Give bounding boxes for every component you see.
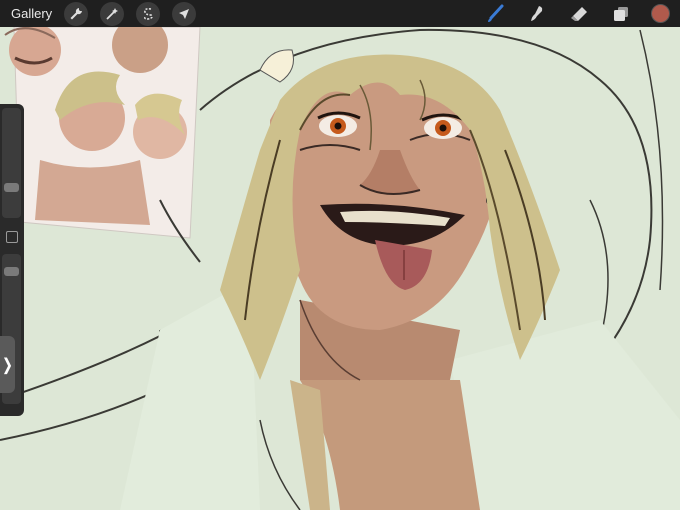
hood-sketch-mark bbox=[259, 49, 294, 83]
chevron-right-icon: ❭ bbox=[0, 356, 15, 374]
modify-button[interactable] bbox=[6, 231, 18, 243]
eraser-icon[interactable] bbox=[567, 2, 591, 26]
right-tool-group bbox=[483, 0, 680, 27]
top-toolbar: Gallery bbox=[0, 0, 680, 27]
opacity-slider-thumb[interactable] bbox=[4, 266, 19, 276]
sidebar-toggle-handle[interactable]: ❭ bbox=[0, 336, 15, 393]
transform-arrow-icon[interactable] bbox=[172, 1, 197, 26]
brush-size-slider-thumb[interactable] bbox=[4, 182, 19, 192]
color-swatch[interactable] bbox=[651, 4, 670, 23]
brush-size-slider[interactable] bbox=[2, 108, 21, 218]
layers-icon[interactable] bbox=[609, 2, 633, 26]
wrench-icon[interactable] bbox=[64, 1, 89, 26]
selection-icon[interactable] bbox=[136, 1, 161, 26]
canvas-artwork bbox=[0, 17, 680, 510]
gallery-button[interactable]: Gallery bbox=[11, 6, 52, 21]
reference-image bbox=[4, 17, 201, 239]
drawing-canvas[interactable] bbox=[0, 0, 680, 510]
magic-wand-icon[interactable] bbox=[100, 1, 125, 26]
smudge-icon[interactable] bbox=[525, 2, 549, 26]
brush-icon[interactable] bbox=[483, 2, 507, 26]
neck bbox=[290, 299, 480, 510]
